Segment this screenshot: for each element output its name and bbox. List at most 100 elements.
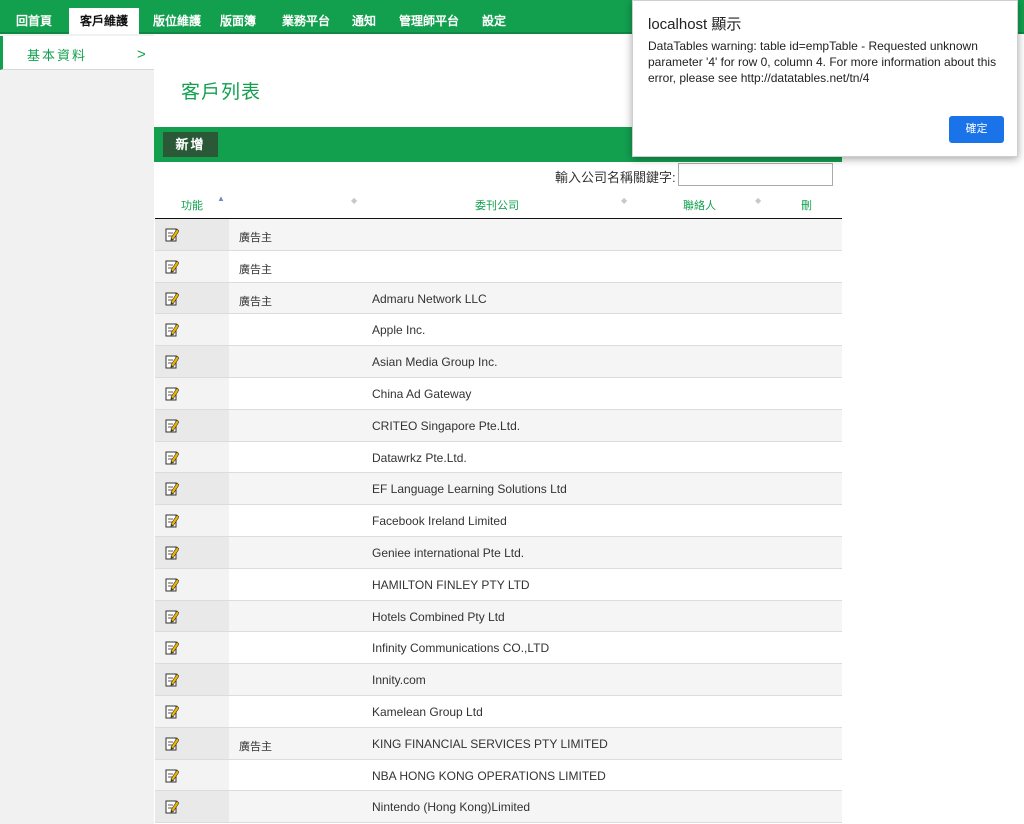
table-row: CRITEO Singapore Pte.Ltd.	[155, 409, 842, 442]
customer-type-cell: 廣告主	[239, 740, 272, 753]
edit-icon[interactable]	[165, 259, 180, 274]
edit-icon[interactable]	[165, 640, 180, 655]
edit-icon[interactable]	[165, 291, 180, 306]
company-name-cell: KING FINANCIAL SERVICES PTY LIMITED	[372, 736, 608, 751]
company-name-cell: Admaru Network LLC	[372, 291, 487, 306]
chevron-right-icon: >	[137, 46, 146, 63]
company-name-cell: Asian Media Group Inc.	[372, 355, 498, 370]
dialog-message: DataTables warning: table id=empTable - …	[648, 39, 997, 85]
column-header-function[interactable]: 功能	[181, 197, 203, 213]
table-row: Datawrkz Pte.Ltd.	[155, 441, 842, 474]
function-cell	[155, 727, 229, 759]
edit-icon[interactable]	[165, 322, 180, 337]
nav-item-home[interactable]: 回首頁	[14, 8, 54, 34]
sort-asc-icon[interactable]: ▲	[217, 194, 225, 203]
nav-item-slot-maintenance[interactable]: 版位維護	[149, 8, 205, 34]
company-name-cell: Facebook Ireland Limited	[372, 514, 507, 529]
function-cell	[155, 791, 229, 823]
function-cell	[155, 346, 229, 377]
table-row: Innity.com	[155, 664, 842, 696]
table-row: China Ad Gateway	[155, 377, 842, 410]
nav-item-customer-maintenance[interactable]: 客戶維護	[69, 8, 139, 34]
company-name-cell: Hotels Combined Pty Ltd	[372, 609, 505, 624]
edit-icon[interactable]	[165, 354, 180, 369]
column-header-contact[interactable]: 聯絡人	[683, 197, 716, 213]
company-name-cell: CRITEO Singapore Pte.Ltd.	[372, 418, 521, 433]
function-cell	[155, 473, 229, 505]
function-cell	[155, 759, 229, 791]
edit-icon[interactable]	[165, 672, 180, 687]
company-name-cell: EF Language Learning Solutions Ltd	[372, 482, 567, 497]
edit-icon[interactable]	[165, 704, 180, 719]
table-row: HAMILTON FINLEY PTY LTD	[155, 568, 842, 601]
search-label: 輸入公司名稱關鍵字:	[555, 170, 676, 185]
table-row: Kamelean Group Ltd	[155, 695, 842, 728]
table-row: Nintendo (Hong Kong)Limited	[155, 791, 842, 824]
column-header-company[interactable]: 委刊公司	[475, 197, 519, 213]
function-cell	[155, 505, 229, 536]
table-row: EF Language Learning Solutions Ltd	[155, 473, 842, 506]
edit-icon[interactable]	[165, 513, 180, 528]
edit-icon[interactable]	[165, 799, 180, 814]
dialog-title: localhost 顯示	[648, 16, 742, 33]
nav-item-manager-platform[interactable]: 管理師平台	[396, 8, 462, 34]
search-input[interactable]	[678, 163, 833, 186]
sort-icon[interactable]: ◆	[755, 196, 761, 205]
sort-icon[interactable]: ◆	[621, 196, 627, 205]
nav-item-sales-platform[interactable]: 業務平台	[278, 8, 334, 34]
edit-icon[interactable]	[165, 227, 180, 242]
edit-icon[interactable]	[165, 545, 180, 560]
page-title: 客戶列表	[181, 82, 262, 103]
edit-icon[interactable]	[165, 736, 180, 751]
customer-type-cell: 廣告主	[239, 232, 272, 244]
table-body: 廣告主 廣告主 廣告主 Admaru Network LLC Apple Inc. Asi…	[155, 219, 842, 824]
company-name-cell: Kamelean Group Ltd	[372, 704, 483, 719]
add-button[interactable]: 新增	[163, 132, 218, 157]
function-cell	[155, 314, 229, 346]
table-row: 廣告主 KING FINANCIAL SERVICES PTY LIMITED	[155, 727, 842, 760]
company-name-cell: NBA HONG KONG OPERATIONS LIMITED	[372, 768, 606, 783]
sidebar-item-basic-info[interactable]: 基本資料 >	[0, 36, 154, 70]
company-name-cell: Infinity Communications CO.,LTD	[372, 641, 550, 656]
function-cell	[155, 219, 229, 250]
company-name-cell: Apple Inc.	[372, 323, 426, 338]
table-row: 廣告主	[155, 219, 842, 251]
function-cell	[155, 441, 229, 473]
edit-icon[interactable]	[165, 609, 180, 624]
column-header-delete[interactable]: 刪	[801, 197, 812, 213]
edit-icon[interactable]	[165, 386, 180, 401]
function-cell	[155, 664, 229, 695]
company-name-cell: Geniee international Pte Ltd.	[372, 545, 525, 560]
table-row: 廣告主 Admaru Network LLC	[155, 282, 842, 315]
function-cell	[155, 695, 229, 727]
table-row: 廣告主	[155, 250, 842, 283]
table-row: Asian Media Group Inc.	[155, 346, 842, 378]
company-name-cell: Datawrkz Pte.Ltd.	[372, 450, 467, 465]
nav-item-settings[interactable]: 設定	[480, 8, 508, 34]
function-cell	[155, 536, 229, 568]
nav-item-layout-book[interactable]: 版面簿	[216, 8, 260, 34]
function-cell	[155, 377, 229, 409]
table-row: Hotels Combined Pty Ltd	[155, 600, 842, 633]
sidebar: 基本資料 >	[0, 34, 154, 824]
company-name-cell: China Ad Gateway	[372, 386, 472, 401]
customer-type-cell: 廣告主	[239, 295, 272, 308]
nav-item-notifications[interactable]: 通知	[350, 8, 378, 34]
edit-icon[interactable]	[165, 577, 180, 592]
function-cell	[155, 409, 229, 441]
customer-table: 功能 ▲ ◆ 委刊公司 ◆ 聯絡人 ◆ 刪 廣告主 廣告主 廣告主 Admaru Ne…	[155, 188, 842, 824]
table-row: Facebook Ireland Limited	[155, 505, 842, 537]
edit-icon[interactable]	[165, 768, 180, 783]
edit-icon[interactable]	[165, 418, 180, 433]
function-cell	[155, 282, 229, 314]
table-row: NBA HONG KONG OPERATIONS LIMITED	[155, 759, 842, 792]
company-name-cell: Nintendo (Hong Kong)Limited	[372, 800, 531, 815]
function-cell	[155, 600, 229, 632]
edit-icon[interactable]	[165, 481, 180, 496]
edit-icon[interactable]	[165, 450, 180, 465]
table-row: Geniee international Pte Ltd.	[155, 536, 842, 569]
ok-button[interactable]: 確定	[949, 116, 1004, 143]
function-cell	[155, 250, 229, 282]
sort-icon[interactable]: ◆	[351, 196, 357, 205]
company-name-cell: HAMILTON FINLEY PTY LTD	[372, 577, 530, 592]
